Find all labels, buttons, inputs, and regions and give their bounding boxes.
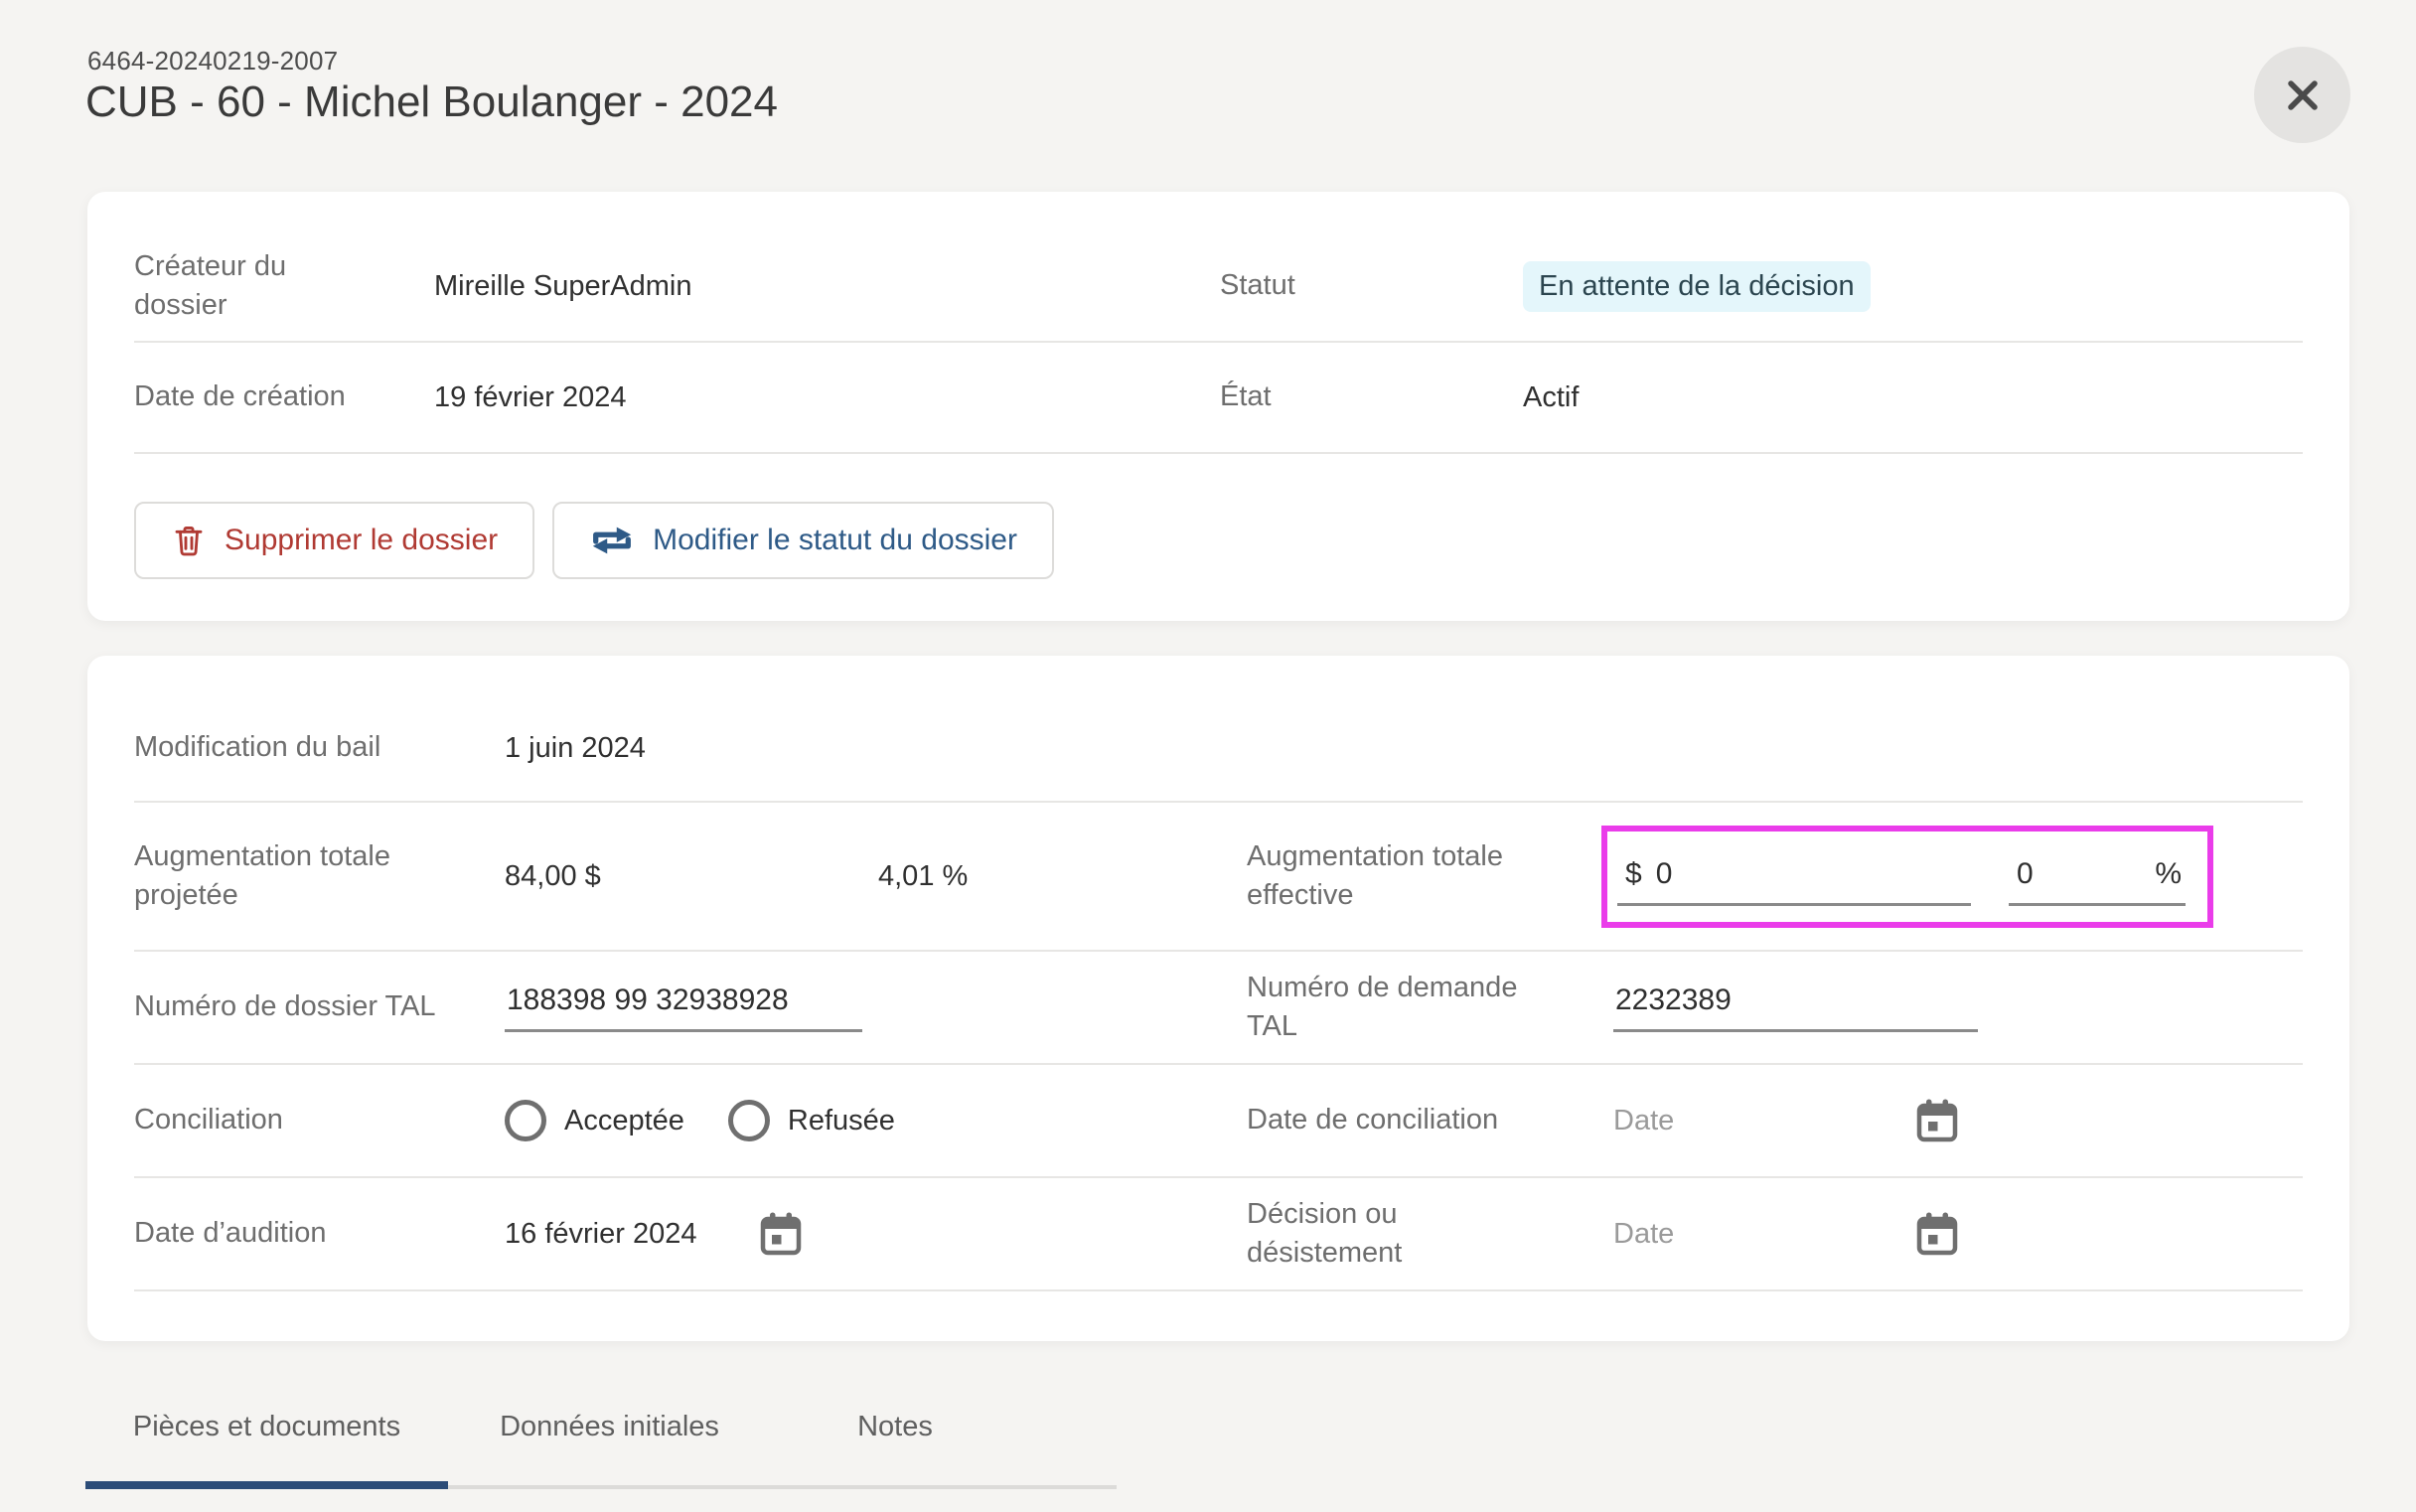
statut-label: Statut	[1220, 266, 1523, 305]
effective-amount-value: 0	[1656, 857, 1673, 891]
row-augmentation: Augmentation totale projetée 84,00 $ 4,0…	[134, 803, 2303, 952]
date-audition-calendar-button[interactable]	[758, 1211, 804, 1257]
row-modification-bail: Modification du bail 1 juin 2024	[134, 695, 2303, 803]
tab-pieces-label: Pièces et documents	[133, 1411, 400, 1442]
trash-icon	[171, 523, 207, 558]
row-dates: Date d’audition 16 février 2024	[134, 1178, 2303, 1291]
tab-pieces-et-documents[interactable]: Pièces et documents	[85, 1411, 448, 1485]
dossier-detail-page: 6464-20240219-2007 CUB - 60 - Michel Bou…	[0, 0, 2416, 1512]
tab-donnees-label: Données initiales	[500, 1411, 719, 1442]
decision-calendar-button[interactable]	[1914, 1211, 1960, 1257]
date-conciliation-placeholder: Date	[1613, 1105, 1674, 1137]
calendar-icon	[1914, 1211, 1960, 1257]
x-icon	[2281, 74, 2325, 117]
date-audition-field[interactable]: 16 février 2024	[505, 1211, 804, 1257]
augmentation-effective-highlight-box: $ 0 0 %	[1601, 826, 2213, 928]
createur-label: Créateur du dossier	[134, 247, 434, 325]
radio-circle-icon	[505, 1100, 546, 1141]
percent-suffix: %	[2155, 857, 2182, 891]
radio-option-acceptee[interactable]: Acceptée	[505, 1100, 684, 1141]
createur-value: Mireille SuperAdmin	[434, 270, 1220, 303]
augmentation-projetee-amount: 84,00 $	[505, 860, 878, 893]
row-conciliation: Conciliation Acceptée Refusée Date de co…	[134, 1065, 2303, 1178]
tab-donnees-initiales[interactable]: Données initiales	[448, 1411, 771, 1485]
calendar-icon	[1914, 1098, 1960, 1143]
modify-status-label: Modifier le statut du dossier	[653, 524, 1017, 557]
date-creation-label: Date de création	[134, 378, 434, 416]
tab-notes-label: Notes	[857, 1411, 933, 1442]
numero-dossier-tal-label: Numéro de dossier TAL	[134, 987, 505, 1026]
decision-date-field[interactable]: Date	[1613, 1211, 1960, 1257]
decision-label: Décision ou désistement	[1247, 1195, 1613, 1273]
date-audition-label: Date d’audition	[134, 1214, 505, 1253]
effective-percent-value: 0	[2017, 857, 2034, 891]
radio-acceptee-label: Acceptée	[564, 1105, 684, 1137]
effective-percent-input[interactable]: 0 %	[2009, 857, 2186, 906]
etat-label: État	[1220, 378, 1523, 416]
numero-demande-tal-label: Numéro de demande TAL	[1247, 969, 1613, 1046]
dossier-reference: 6464-20240219-2007	[87, 46, 338, 76]
status-badge: En attente de la décision	[1523, 261, 1871, 312]
date-conciliation-field[interactable]: Date	[1613, 1098, 1960, 1143]
date-creation-value: 19 février 2024	[434, 381, 1220, 414]
row-numeros-tal: Numéro de dossier TAL Numéro de demande …	[134, 952, 2303, 1065]
details-card: Modification du bail 1 juin 2024 Augment…	[87, 656, 2349, 1341]
dollar-prefix: $	[1625, 857, 1642, 891]
calendar-icon	[758, 1211, 804, 1257]
augmentation-effective-label: Augmentation totale effective	[1247, 837, 1613, 915]
modification-bail-label: Modification du bail	[134, 728, 505, 767]
info-card-actions: Supprimer le dossier Modifier le statut …	[134, 502, 2303, 579]
radio-refusee-label: Refusée	[788, 1105, 895, 1137]
decision-date-placeholder: Date	[1613, 1218, 1674, 1251]
date-conciliation-label: Date de conciliation	[1247, 1101, 1613, 1139]
info-row-creator-status: Créateur du dossier Mireille SuperAdmin …	[134, 231, 2303, 343]
numero-dossier-tal-input[interactable]	[505, 983, 862, 1032]
transfer-arrows-icon	[589, 523, 635, 558]
modify-status-button[interactable]: Modifier le statut du dossier	[552, 502, 1054, 579]
conciliation-label: Conciliation	[134, 1101, 505, 1139]
date-conciliation-calendar-button[interactable]	[1914, 1098, 1960, 1143]
radio-circle-icon	[728, 1100, 770, 1141]
active-tab-indicator	[85, 1481, 448, 1489]
delete-dossier-label: Supprimer le dossier	[225, 524, 498, 557]
etat-value: Actif	[1523, 381, 2303, 414]
numero-demande-tal-input[interactable]	[1613, 983, 1978, 1032]
modification-bail-value: 1 juin 2024	[505, 732, 1247, 765]
delete-dossier-button[interactable]: Supprimer le dossier	[134, 502, 534, 579]
info-card: Créateur du dossier Mireille SuperAdmin …	[87, 192, 2349, 621]
page-title: CUB - 60 - Michel Boulanger - 2024	[85, 77, 778, 127]
radio-option-refusee[interactable]: Refusée	[728, 1100, 895, 1141]
augmentation-projetee-label: Augmentation totale projetée	[134, 837, 505, 915]
info-row-date-etat: Date de création 19 février 2024 État Ac…	[134, 343, 2303, 454]
tab-notes[interactable]: Notes	[771, 1411, 1019, 1485]
effective-amount-input[interactable]: $ 0	[1617, 857, 1971, 906]
close-button[interactable]	[2254, 47, 2350, 143]
tab-bar: Pièces et documents Données initiales No…	[85, 1411, 1117, 1489]
date-audition-value: 16 février 2024	[505, 1218, 696, 1251]
augmentation-projetee-percent: 4,01 %	[878, 860, 968, 893]
